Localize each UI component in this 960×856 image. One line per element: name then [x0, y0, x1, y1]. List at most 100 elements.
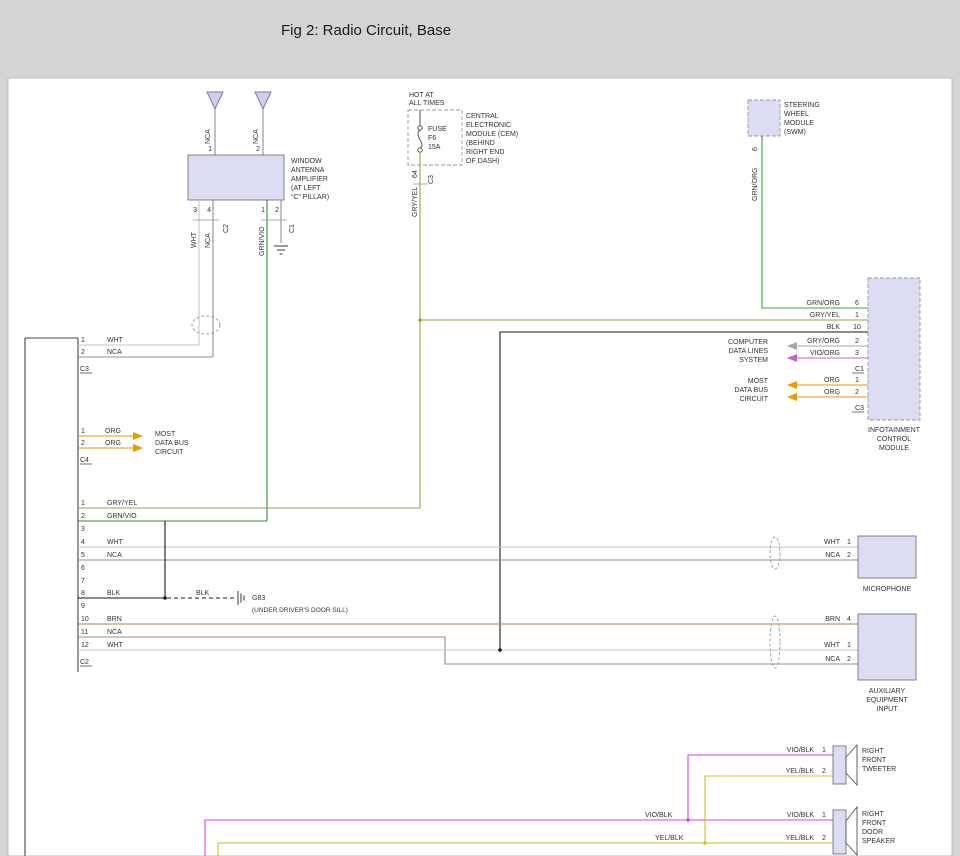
svg-text:CIRCUIT: CIRCUIT [740, 396, 769, 403]
amp-conn-right: C1 [289, 224, 296, 233]
svg-text:TWEETER: TWEETER [862, 766, 896, 773]
aux-pin4-num: 4 [847, 616, 851, 623]
hot-at-label-2: ALL TIMES [409, 100, 445, 107]
c2-pin5-color: NCA [107, 552, 122, 559]
svg-text:DATA LINES: DATA LINES [729, 348, 769, 355]
c4-pin1-color: ORG [105, 428, 121, 435]
svg-text:DOOR: DOOR [862, 829, 883, 836]
amp-pin4-num: 4 [207, 207, 211, 214]
svg-text:ELECTRONIC: ELECTRONIC [466, 122, 511, 129]
figure-title: Fig 2: Radio Circuit, Base [281, 22, 451, 39]
hot-at-label-1: HOT AT [409, 92, 434, 99]
door-pin1-color: VIO/BLK [787, 812, 815, 819]
svg-text:(BEHIND: (BEHIND [466, 140, 495, 147]
ground-note: (UNDER DRIVER'S DOOR SILL) [252, 607, 348, 614]
radio-circuit-diagram: Fig 2: Radio Circuit, Base NCA 1 NCA 2 W… [0, 0, 960, 856]
c2-pin1-num: 1 [81, 500, 85, 507]
aux-input-box [858, 614, 916, 680]
door-speaker-icon [833, 807, 857, 855]
tweeter-pin1-color: VIO/BLK [787, 747, 815, 754]
svg-text:SYSTEM: SYSTEM [739, 357, 768, 364]
antenna-2-wire-label: NCA [253, 129, 260, 144]
cem-conn: C3 [428, 175, 435, 184]
junction-blk-aux [498, 648, 502, 652]
tweeter-pin2-color: YEL/BLK [786, 768, 815, 775]
c4-name: C4 [80, 457, 89, 464]
microphone-box [858, 536, 916, 578]
tweeter-pin2-num: 2 [822, 768, 826, 775]
svg-text:AUXILIARY: AUXILIARY [869, 688, 906, 695]
icm-r1-num: 1 [855, 312, 859, 319]
amp-pin1-color: GRN/VIO [259, 226, 266, 256]
c4-pin2-num: 2 [81, 440, 85, 447]
svg-text:MODULE: MODULE [879, 445, 909, 452]
c2-pin8-color: BLK [107, 590, 121, 597]
antenna-1-wire-label: NCA [205, 129, 212, 144]
c2-pin7-num: 7 [81, 578, 85, 585]
fuse-rating: 15A [428, 144, 441, 151]
icm-r2-color: BLK [827, 324, 841, 331]
window-antenna-amplifier-box [188, 155, 284, 200]
icm-r0-color: GRN/ORG [807, 300, 840, 307]
c2-pin11-color: NCA [107, 629, 122, 636]
tweeter-pin1-num: 1 [822, 747, 826, 754]
c2-pin3-num: 3 [81, 526, 85, 533]
icm-r3-num: 2 [855, 338, 859, 345]
c2-pin12-num: 12 [81, 642, 89, 649]
c3-pin1-color: WHT [107, 337, 124, 344]
svg-text:EQUIPMENT: EQUIPMENT [866, 697, 908, 704]
icm-conn-c3: C3 [855, 405, 864, 412]
aux-pin2-color: NCA [825, 656, 840, 663]
cem-wire-color: GRY/YEL [412, 187, 419, 217]
amp-pin3-color: WHT [191, 231, 198, 248]
antenna-2-pin: 2 [256, 146, 260, 153]
mic-pin2-num: 2 [847, 552, 851, 559]
c2-pin10-num: 10 [81, 616, 89, 623]
door-pin1-num: 1 [822, 812, 826, 819]
icm-r1-color: GRY/YEL [810, 312, 840, 319]
yelblk-run-label: YEL/BLK [655, 835, 684, 842]
svg-text:ANTENNA: ANTENNA [291, 167, 325, 174]
junction-vioblk [686, 818, 690, 822]
svg-text:MODULE (CEM): MODULE (CEM) [466, 131, 518, 138]
c2-pin4-num: 4 [81, 539, 85, 546]
icm-r6-color: ORG [824, 389, 840, 396]
c2-pin2-color: GRN/VIO [107, 513, 137, 520]
swm-pin: 6 [752, 147, 759, 151]
svg-text:MOST: MOST [748, 378, 769, 385]
svg-text:RIGHT END: RIGHT END [466, 149, 504, 156]
c2-pin10-color: BRN [107, 616, 122, 623]
icm-r2-num: 10 [853, 324, 861, 331]
svg-text:INPUT: INPUT [877, 706, 899, 713]
door-pin2-color: YEL/BLK [786, 835, 815, 842]
icm-r6-num: 2 [855, 389, 859, 396]
c2-pin5-num: 5 [81, 552, 85, 559]
svg-text:“C” PILLAR): “C” PILLAR) [291, 194, 329, 201]
amp-pin3-num: 3 [193, 207, 197, 214]
c2-pin9-num: 9 [81, 603, 85, 610]
vioblk-run-label: VIO/BLK [645, 812, 673, 819]
c2-pin4-color: WHT [107, 539, 124, 546]
svg-text:WHEEL: WHEEL [784, 111, 809, 118]
c2-pin6-num: 6 [81, 565, 85, 572]
svg-text:MOST: MOST [155, 431, 176, 438]
amp-conn-left: C2 [223, 224, 230, 233]
svg-text:RIGHT: RIGHT [862, 811, 885, 818]
icm-r0-num: 6 [855, 300, 859, 307]
mic-pin1-num: 1 [847, 539, 851, 546]
svg-text:(AT LEFT: (AT LEFT [291, 185, 321, 192]
mic-pin1-color: WHT [824, 539, 841, 546]
svg-text:CIRCUIT: CIRCUIT [155, 449, 184, 456]
ground-wire-color: BLK [196, 590, 210, 597]
svg-text:CENTRAL: CENTRAL [466, 113, 499, 120]
c3-name: C3 [80, 366, 89, 373]
antenna-1-pin: 1 [208, 146, 212, 153]
svg-text:STEERING: STEERING [784, 102, 820, 109]
swm-box [748, 100, 780, 136]
c3-pin2-num: 2 [81, 349, 85, 356]
cem-pin: 64 [412, 170, 419, 178]
tweeter-speaker-icon [833, 745, 857, 785]
fuse-label: FUSE [428, 126, 447, 133]
c2-pin8-num: 8 [81, 590, 85, 597]
svg-text:(SWM): (SWM) [784, 129, 806, 136]
